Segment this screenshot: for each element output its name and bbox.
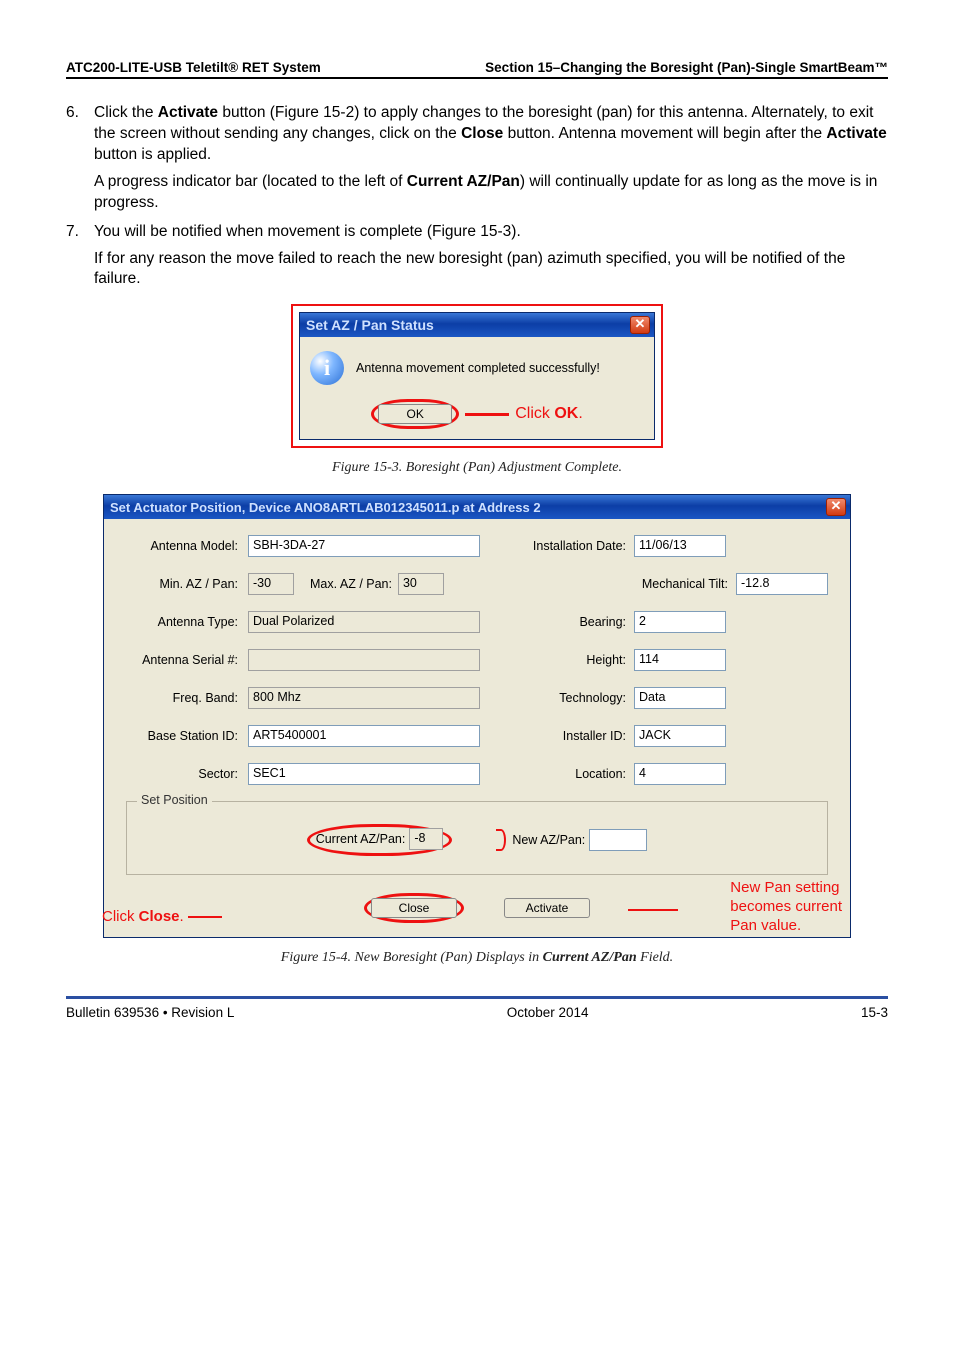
field-antenna-type: Dual Polarized [248, 611, 480, 633]
close-icon[interactable]: ✕ [630, 316, 650, 334]
label-location: Location: [514, 767, 634, 781]
label-serial: Antenna Serial #: [126, 653, 248, 667]
field-mech-tilt[interactable]: -12.8 [736, 573, 828, 595]
dialog-status-title: Set AZ / Pan Status [306, 317, 630, 333]
dialog-status-titlebar[interactable]: Set AZ / Pan Status ✕ [300, 313, 654, 337]
dialog-actuator-titlebar[interactable]: Set Actuator Position, Device ANO8ARTLAB… [104, 495, 850, 519]
set-position-group-label: Set Position [137, 793, 212, 807]
header-right: Section 15–Changing the Boresight (Pan)-… [485, 60, 888, 75]
label-sector: Sector: [126, 767, 248, 781]
label-freq-band: Freq. Band: [126, 691, 248, 705]
footer-center: October 2014 [507, 1005, 589, 1020]
info-icon: i [310, 351, 344, 385]
label-min-az: Min. AZ / Pan: [126, 577, 248, 591]
field-freq-band: 800 Mhz [248, 687, 480, 709]
field-installation-date[interactable]: 11/06/13 [634, 535, 726, 557]
label-bearing: Bearing: [514, 615, 634, 629]
field-height[interactable]: 114 [634, 649, 726, 671]
ok-button-highlight: OK [371, 399, 459, 429]
dialog-status-window: Set AZ / Pan Status ✕ i Antenna movement… [299, 312, 655, 440]
close-button[interactable]: Close [371, 898, 457, 918]
close-icon[interactable]: ✕ [826, 498, 846, 516]
field-current-az: -8 [409, 828, 443, 850]
label-mech-tilt: Mechanical Tilt: [616, 577, 736, 591]
step-6-para-2: A progress indicator bar (located to the… [94, 172, 888, 214]
field-serial [248, 649, 480, 671]
field-technology[interactable]: Data [634, 687, 726, 709]
field-bearing[interactable]: 2 [634, 611, 726, 633]
step-7-para-2: If for any reason the move failed to rea… [94, 249, 888, 291]
label-max-az: Max. AZ / Pan: [310, 577, 392, 591]
field-location[interactable]: 4 [634, 763, 726, 785]
step-6-para-1: Click the Activate button (Figure 15-2) … [94, 103, 888, 166]
current-az-highlight: Current AZ/Pan: -8 [307, 824, 453, 856]
dialog-actuator-window: Set Actuator Position, Device ANO8ARTLAB… [103, 494, 851, 938]
activate-button[interactable]: Activate [504, 898, 590, 918]
page-header: ATC200-LITE-USB Teletilt® RET System Sec… [66, 60, 888, 79]
set-position-group: Set Position Current AZ/Pan: -8 New AZ/P… [126, 801, 828, 875]
dialog-status-message: Antenna movement completed successfully! [356, 361, 600, 375]
figure-15-3-caption: Figure 15-3. Boresight (Pan) Adjustment … [66, 460, 888, 476]
ok-button[interactable]: OK [378, 404, 452, 424]
new-pan-callout-line [628, 909, 678, 911]
field-antenna-model[interactable]: SBH-3DA-27 [248, 535, 480, 557]
field-max-az: 30 [398, 573, 444, 595]
step-6-number: 6. [66, 103, 94, 166]
field-min-az: -30 [248, 573, 294, 595]
header-left: ATC200-LITE-USB Teletilt® RET System [66, 60, 321, 75]
close-button-highlight: Close [364, 893, 464, 923]
click-close-annotation: Click Close. [102, 908, 222, 925]
label-installer-id: Installer ID: [514, 729, 634, 743]
label-technology: Technology: [514, 691, 634, 705]
field-installer-id[interactable]: JACK [634, 725, 726, 747]
field-base-station-id[interactable]: ART5400001 [248, 725, 480, 747]
dialog-status-highlight-frame: Set AZ / Pan Status ✕ i Antenna movement… [291, 304, 663, 448]
page-footer: Bulletin 639536 • Revision L October 201… [66, 996, 888, 1020]
label-new-az: New AZ/Pan: [512, 833, 585, 847]
callout-line [465, 413, 509, 416]
step-7-number: 7. [66, 222, 94, 243]
footer-right: 15-3 [861, 1005, 888, 1020]
new-az-highlight-curve [496, 829, 506, 851]
new-pan-annotation: New Pan setting becomes current Pan valu… [730, 879, 842, 935]
figure-15-4-caption: Figure 15-4. New Boresight (Pan) Display… [66, 950, 888, 966]
label-current-az: Current AZ/Pan: [316, 832, 406, 846]
label-installation-date: Installation Date: [514, 539, 634, 553]
click-ok-annotation: Click OK. [515, 405, 583, 423]
label-antenna-type: Antenna Type: [126, 615, 248, 629]
step-7-para-1: You will be notified when movement is co… [94, 222, 521, 243]
label-antenna-model: Antenna Model: [126, 539, 248, 553]
field-sector[interactable]: SEC1 [248, 763, 480, 785]
label-height: Height: [514, 653, 634, 667]
dialog-actuator-title: Set Actuator Position, Device ANO8ARTLAB… [110, 500, 826, 515]
label-base-station-id: Base Station ID: [126, 729, 248, 743]
field-new-az[interactable] [589, 829, 647, 851]
footer-left: Bulletin 639536 • Revision L [66, 1005, 234, 1020]
